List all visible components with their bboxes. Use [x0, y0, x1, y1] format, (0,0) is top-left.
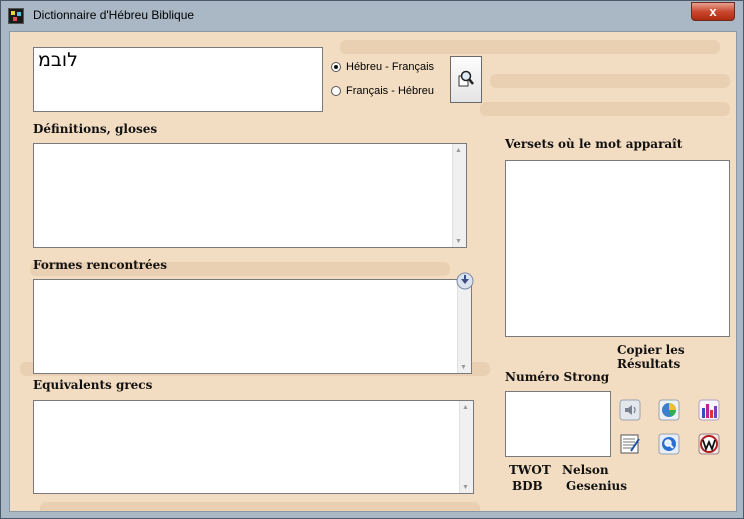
search-button-icon	[458, 70, 474, 87]
zoom-button[interactable]	[658, 433, 680, 455]
speaker-icon	[619, 399, 641, 421]
twot-link[interactable]: TWOT	[509, 463, 551, 477]
radio-unselected-icon	[331, 86, 341, 96]
title-bar[interactable]: Dictionnaire d'Hébreu Biblique x	[1, 1, 744, 31]
notes-icon	[620, 434, 640, 454]
search-query: לובמ	[38, 49, 78, 71]
bdb-link[interactable]: BDB	[512, 479, 543, 493]
statistics-pie-button[interactable]	[658, 399, 680, 421]
forms-textarea[interactable]: ▲▼	[33, 279, 472, 374]
window-title: Dictionnaire d'Hébreu Biblique	[33, 8, 195, 22]
app-icon	[8, 8, 24, 24]
close-icon: x	[709, 4, 717, 19]
verses-listbox[interactable]	[505, 160, 730, 337]
radio-french-hebrew[interactable]: Français - Hébreu	[331, 85, 434, 97]
wiki-button[interactable]	[698, 433, 720, 455]
bar-chart-icon	[698, 399, 720, 421]
greek-scrollbar[interactable]: ▲ ▼	[459, 401, 473, 493]
gesenius-link[interactable]: Gesenius	[566, 479, 627, 493]
nelson-link[interactable]: Nelson	[562, 463, 609, 477]
close-button[interactable]: x	[691, 2, 735, 21]
copy-results-button[interactable]: Copier les Résultats	[617, 343, 736, 371]
notes-button[interactable]	[619, 433, 641, 455]
app-window: Dictionnaire d'Hébreu Biblique x לובמ Hé…	[0, 0, 744, 519]
forms-scrollbar[interactable]: ▲▼	[457, 280, 471, 373]
main-panel: לובמ Hébreu - Français Français - Hébreu…	[9, 31, 737, 512]
greek-textarea[interactable]: ▲ ▼	[33, 400, 474, 494]
radio-label: Français - Hébreu	[346, 85, 435, 97]
definitions-scrollbar[interactable]: ▲ ▼	[452, 144, 466, 247]
statistics-bar-button[interactable]	[698, 399, 720, 421]
radio-hebrew-french[interactable]: Hébreu - Français	[331, 61, 434, 73]
radio-selected-icon	[331, 62, 341, 72]
search-button[interactable]	[450, 56, 482, 103]
strong-number-input[interactable]	[505, 391, 611, 457]
greek-label: Equivalents grecs	[33, 378, 153, 392]
wiki-icon	[698, 433, 720, 455]
forms-label: Formes rencontrées	[33, 258, 168, 272]
radio-label: Hébreu - Français	[346, 61, 435, 73]
zoom-icon	[658, 433, 680, 455]
forms-down-button[interactable]	[456, 272, 474, 290]
down-arrow-icon	[456, 272, 474, 290]
definitions-textarea[interactable]: ▲ ▼	[33, 143, 467, 248]
verses-label: Versets où le mot apparaît	[505, 137, 683, 151]
definitions-label: Définitions, gloses	[33, 122, 158, 136]
strong-label: Numéro Strong	[505, 370, 610, 384]
pie-chart-icon	[658, 399, 680, 421]
speaker-button[interactable]	[619, 399, 641, 421]
search-input[interactable]: לובמ	[33, 47, 323, 112]
